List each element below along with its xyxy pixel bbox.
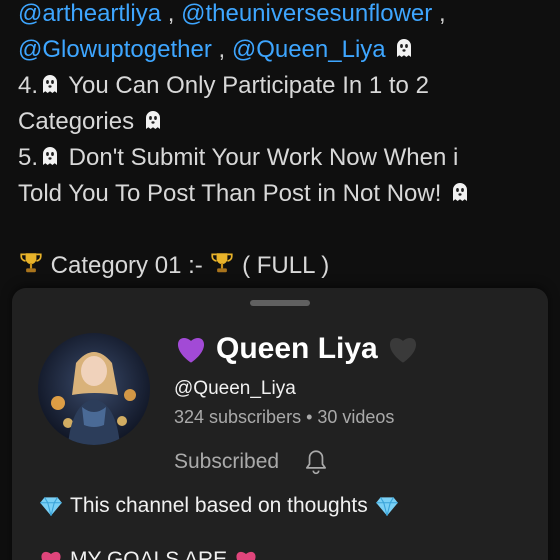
pink-heart-icon	[233, 549, 259, 560]
channel-description: This channel based on thoughts	[38, 494, 400, 518]
post-line-2: @Glowuptogether , @Queen_Liya	[18, 32, 548, 68]
ghost-icon	[38, 72, 62, 96]
post-line-1: @artheartliya , @theuniversesunflower ,	[18, 0, 548, 32]
rule-text: Don't Submit Your Work Now When i	[62, 144, 459, 171]
post-text: @artheartliya , @theuniversesunflower , …	[18, 0, 548, 284]
ghost-icon	[448, 180, 472, 204]
mention-link[interactable]: @theuniversesunflower	[181, 0, 432, 27]
rule-text: You Can Only Participate In 1 to 2	[62, 72, 429, 99]
rule-5-cont: Told You To Post Than Post in Not Now!	[18, 176, 548, 212]
rule-4-cont: Categories	[18, 104, 548, 140]
separator: ,	[438, 0, 446, 27]
black-heart-icon	[386, 334, 420, 364]
channel-description-line-2: MY GOALS ARE	[38, 548, 259, 560]
channel-name: Queen Liya	[216, 332, 378, 365]
separator: ,	[167, 0, 175, 27]
trophy-icon	[18, 250, 44, 276]
category-status: ( FULL )	[235, 252, 330, 279]
ghost-icon	[392, 36, 416, 60]
mention-link[interactable]: @artheartliya	[18, 0, 161, 27]
description-text: This channel based on thoughts	[70, 494, 368, 517]
channel-avatar[interactable]	[38, 333, 150, 445]
channel-stats: 324 subscribers • 30 videos	[174, 407, 395, 427]
mention-link[interactable]: @Glowuptogether	[18, 36, 212, 63]
diamond-icon	[374, 495, 400, 517]
rule-text: Categories	[18, 108, 141, 135]
bell-icon[interactable]	[303, 448, 329, 476]
category-heading: Category 01 :- ( FULL )	[18, 248, 548, 284]
rule-text: Told You To Post Than Post in Not Now!	[18, 180, 449, 207]
drag-handle[interactable]	[250, 300, 310, 306]
channel-handle: @Queen_Liya	[174, 378, 296, 399]
description-text-2: MY GOALS ARE	[70, 548, 228, 560]
screen: @artheartliya , @theuniversesunflower , …	[0, 0, 560, 560]
ghost-icon	[38, 144, 62, 168]
rule-4: 4. You Can Only Participate In 1 to 2	[18, 68, 548, 104]
separator: ,	[218, 36, 226, 63]
pink-heart-icon	[38, 549, 64, 560]
rule-number: 4.	[18, 72, 39, 99]
ghost-icon	[141, 108, 165, 132]
rule-number: 5.	[18, 144, 39, 171]
channel-name-row: Queen Liya	[174, 332, 420, 366]
subscribed-label: Subscribed	[174, 450, 280, 473]
subscribed-button[interactable]: Subscribed	[174, 448, 329, 476]
diamond-icon	[38, 495, 64, 517]
category-label: Category 01 :-	[44, 252, 210, 279]
purple-heart-icon	[174, 334, 208, 364]
mention-link[interactable]: @Queen_Liya	[232, 36, 386, 63]
trophy-icon	[209, 250, 235, 276]
rule-5: 5. Don't Submit Your Work Now When i	[18, 140, 548, 176]
channel-bottom-sheet: Queen Liya @Queen_Liya 324 subscribers •…	[12, 288, 548, 560]
